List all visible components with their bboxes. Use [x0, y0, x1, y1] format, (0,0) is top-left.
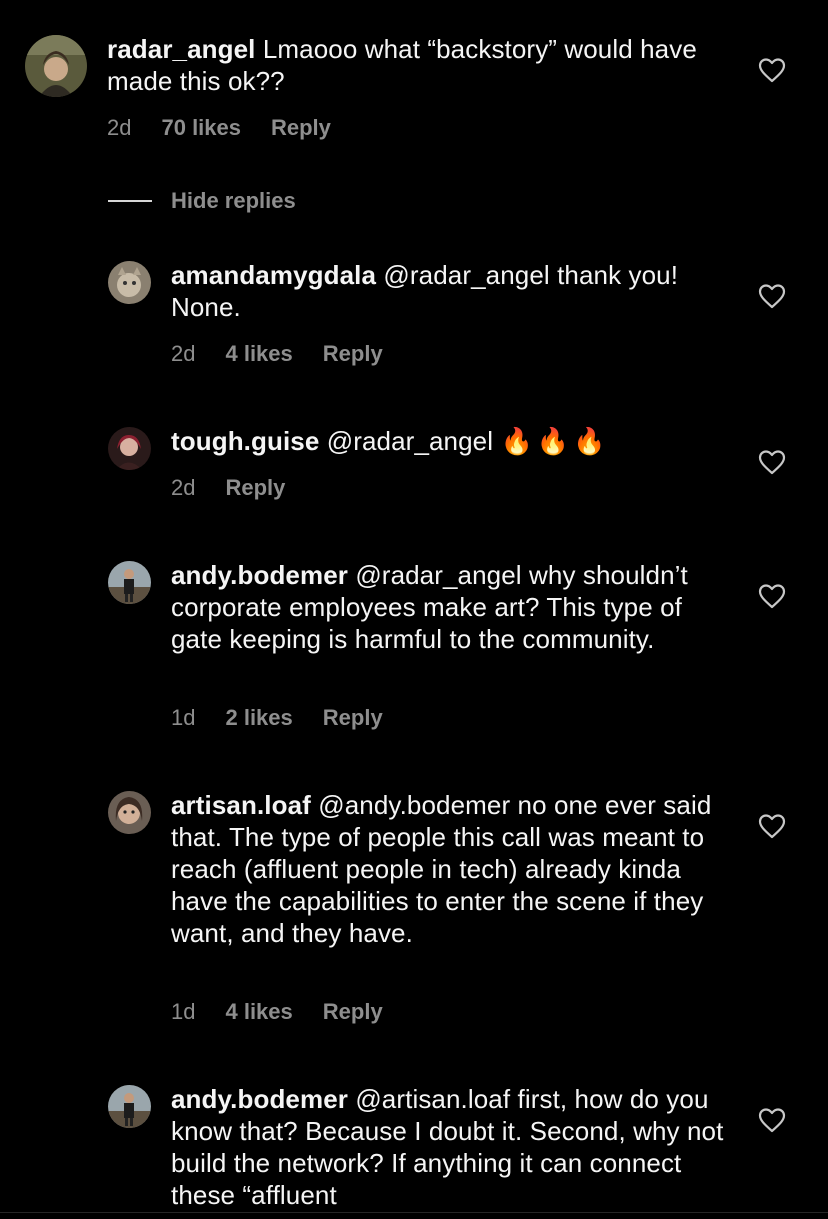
username[interactable]: amandamygdala [171, 260, 376, 290]
like-heart-icon[interactable] [758, 1107, 786, 1133]
comment-text: andy.bodemer @artisan.loaf first, how do… [171, 1083, 731, 1211]
username[interactable]: radar_angel [107, 34, 256, 64]
avatar[interactable] [108, 261, 151, 304]
comment-time: 2d [107, 115, 132, 140]
comment-time: 1d [171, 705, 196, 730]
likes-count[interactable]: 2 likes [225, 705, 292, 730]
fire-emoji: 🔥🔥🔥 [500, 426, 610, 456]
comment-meta: 2d 70 likes Reply [107, 115, 361, 141]
divider [108, 200, 152, 202]
likes-count[interactable]: 70 likes [161, 115, 241, 140]
likes-count[interactable]: 4 likes [225, 999, 292, 1024]
username[interactable]: andy.bodemer [171, 1084, 348, 1114]
hide-replies-label: Hide replies [171, 188, 296, 213]
reply-button[interactable]: Reply [323, 999, 383, 1024]
username[interactable]: andy.bodemer [171, 560, 348, 590]
like-heart-icon[interactable] [758, 449, 786, 475]
comment-text: tough.guise @radar_angel 🔥🔥🔥 [171, 425, 731, 457]
comment-text: radar_angel Lmaooo what “backstory” woul… [107, 33, 727, 97]
like-heart-icon[interactable] [758, 283, 786, 309]
avatar[interactable] [108, 561, 151, 604]
likes-count[interactable]: 4 likes [225, 341, 292, 366]
username[interactable]: tough.guise [171, 426, 319, 456]
reply-button[interactable]: Reply [323, 705, 383, 730]
avatar[interactable] [108, 791, 151, 834]
comment-message: @radar_angel [326, 426, 494, 456]
reply-button[interactable]: Reply [271, 115, 331, 140]
like-heart-icon[interactable] [758, 57, 786, 83]
username[interactable]: artisan.loaf [171, 790, 311, 820]
reply-button[interactable]: Reply [323, 341, 383, 366]
reply-button[interactable]: Reply [225, 475, 285, 500]
comment-text: amandamygdala @radar_angel thank you! No… [171, 259, 711, 323]
like-heart-icon[interactable] [758, 813, 786, 839]
comment-meta: 1d 2 likes Reply [171, 705, 413, 731]
comment-text: andy.bodemer @radar_angel why shouldn’t … [171, 559, 731, 655]
avatar[interactable] [108, 427, 151, 470]
comment-text: artisan.loaf @andy.bodemer no one ever s… [171, 789, 731, 949]
comment-time: 2d [171, 341, 196, 366]
like-heart-icon[interactable] [758, 583, 786, 609]
comment-meta: 1d 4 likes Reply [171, 999, 413, 1025]
bottom-divider [0, 1212, 828, 1213]
hide-replies-button[interactable]: Hide replies [108, 186, 296, 216]
avatar[interactable] [25, 35, 87, 97]
comment-meta: 2d 4 likes Reply [171, 341, 413, 367]
avatar[interactable] [108, 1085, 151, 1128]
comment-meta: 2d Reply [171, 475, 315, 501]
comment-time: 1d [171, 999, 196, 1024]
comment-time: 2d [171, 475, 196, 500]
